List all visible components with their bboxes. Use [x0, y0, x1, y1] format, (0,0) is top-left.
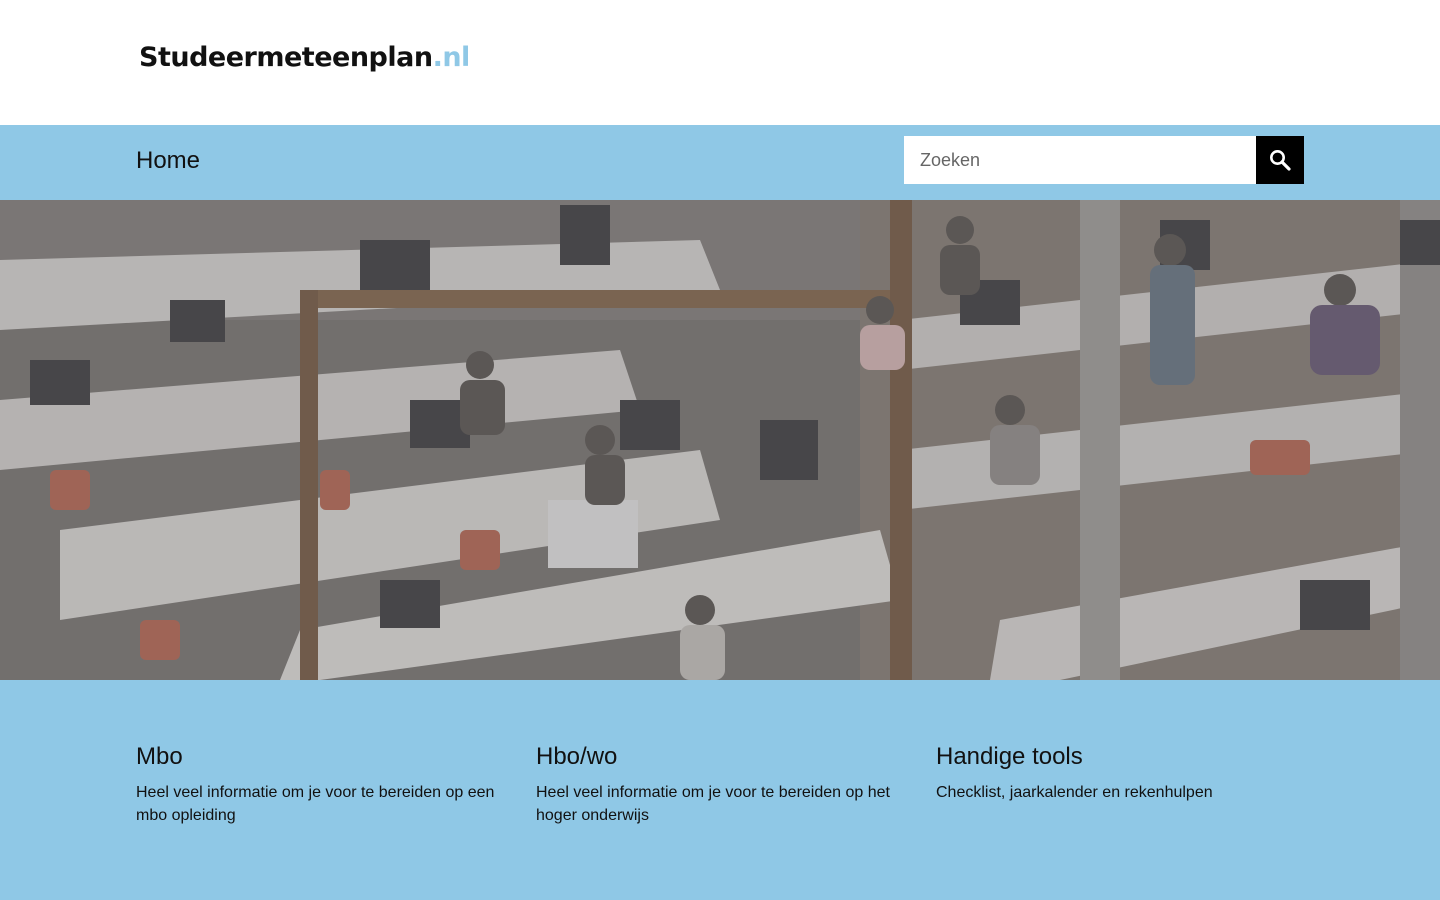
card-description: Checklist, jaarkalender en rekenhulpen	[936, 784, 1213, 801]
logo-tld: .nl	[432, 42, 471, 73]
search-input[interactable]	[904, 136, 1256, 184]
card-description: Heel veel informatie om je voor te berei…	[136, 784, 495, 824]
main-navigation: Home	[0, 125, 1440, 200]
nav-home-link[interactable]: Home	[136, 147, 200, 175]
search-icon	[1270, 150, 1291, 171]
hero-image	[0, 200, 1440, 680]
search-form	[904, 136, 1304, 184]
search-button[interactable]	[1256, 136, 1304, 184]
site-header: Studeermeteenplan.nl	[0, 0, 1440, 125]
category-cards: Mbo Heel veel informatie om je voor te b…	[0, 680, 1440, 900]
card-title: Hbo/wo	[536, 743, 618, 770]
card-handige-tools[interactable]: Handige tools Checklist, jaarkalender en…	[936, 743, 1306, 804]
site-logo[interactable]: Studeermeteenplan.nl	[139, 42, 470, 73]
card-mbo[interactable]: Mbo Heel veel informatie om je voor te b…	[136, 743, 506, 827]
card-title: Handige tools	[936, 743, 1083, 770]
card-description: Heel veel informatie om je voor te berei…	[536, 784, 890, 824]
students-working-at-computers-photo	[0, 200, 1440, 680]
logo-name: Studeermeteenplan	[139, 42, 433, 73]
card-hbo-wo[interactable]: Hbo/wo Heel veel informatie om je voor t…	[536, 743, 906, 827]
card-title: Mbo	[136, 743, 183, 770]
